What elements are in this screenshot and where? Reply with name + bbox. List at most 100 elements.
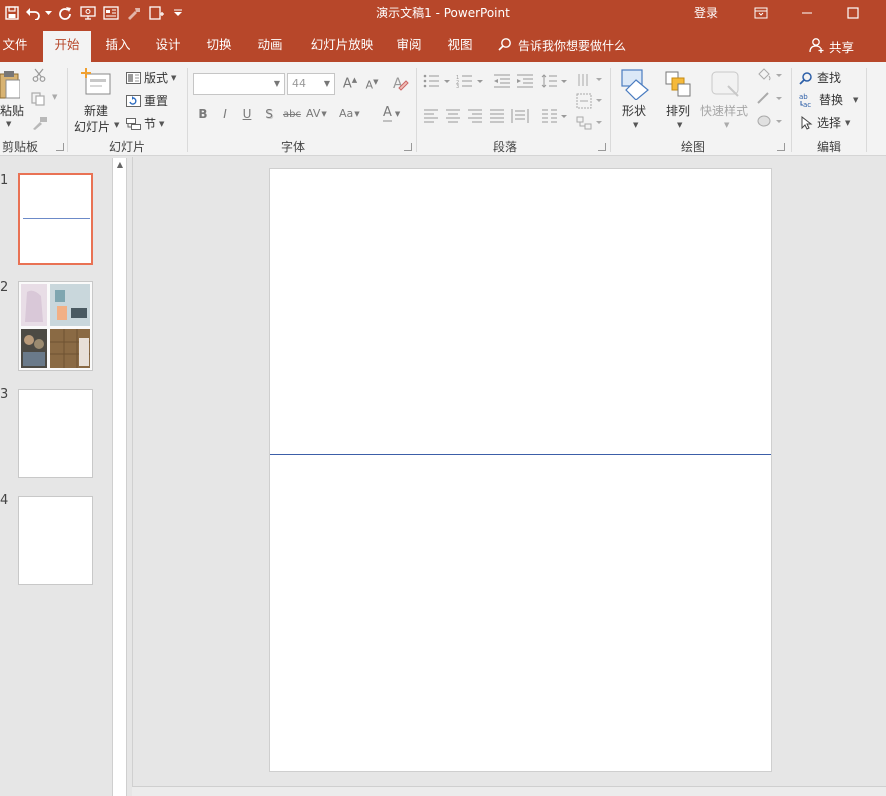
font-color-button[interactable]: A ▼ bbox=[383, 106, 400, 122]
tab-file[interactable]: 文件 bbox=[0, 31, 30, 62]
tab-transitions[interactable]: 切换 bbox=[201, 31, 237, 62]
character-spacing-button[interactable]: AV ▼ bbox=[306, 107, 327, 120]
undo-dropdown-icon[interactable] bbox=[43, 0, 53, 26]
align-text-icon[interactable] bbox=[576, 93, 604, 109]
paragraph-group-label: 段落 bbox=[492, 140, 517, 154]
shape-effects-icon[interactable] bbox=[756, 114, 784, 128]
decrease-indent-icon[interactable] bbox=[493, 74, 511, 88]
strikethrough-button[interactable]: abc bbox=[282, 109, 302, 120]
align-left-icon[interactable] bbox=[423, 109, 439, 123]
shadow-button[interactable]: S bbox=[259, 107, 279, 121]
clear-formatting-icon[interactable]: A bbox=[392, 74, 410, 92]
reset-icon bbox=[126, 94, 141, 107]
shapes-button[interactable]: 形状 ▼ bbox=[618, 66, 654, 134]
shape-outline-icon[interactable] bbox=[756, 91, 784, 105]
chevron-down-icon: ▼ bbox=[724, 121, 730, 129]
paste-button[interactable]: 粘贴 ▼ bbox=[0, 68, 24, 128]
slide-thumbnail-3[interactable] bbox=[18, 389, 93, 478]
shrink-font-button[interactable]: A▼ bbox=[362, 78, 382, 92]
group-separator bbox=[610, 68, 611, 152]
reset-button[interactable]: 重置 bbox=[126, 92, 168, 109]
chevron-down-icon: ▼ bbox=[677, 121, 683, 129]
underline-button[interactable]: U bbox=[237, 107, 257, 121]
find-button[interactable]: 查找 bbox=[799, 69, 841, 86]
presenter-icon[interactable] bbox=[99, 0, 122, 26]
format-painter-icon[interactable] bbox=[122, 0, 145, 26]
search-icon bbox=[498, 37, 512, 54]
copy-icon[interactable] bbox=[31, 92, 47, 106]
convert-smartart-icon[interactable] bbox=[576, 115, 604, 131]
slide-thumbnail-4[interactable] bbox=[18, 496, 93, 585]
chevron-down-icon: ▼ bbox=[323, 79, 330, 88]
section-dropdown-icon: ▼ bbox=[159, 119, 165, 128]
slide-thumbnail-2[interactable] bbox=[18, 281, 93, 371]
layout-label: 版式 bbox=[144, 71, 169, 85]
slideshow-from-start-icon[interactable] bbox=[76, 0, 99, 26]
slide-canvas[interactable] bbox=[269, 168, 772, 772]
slide-thumbnail-1[interactable] bbox=[18, 173, 93, 265]
copy-dropdown-icon[interactable]: ▼ bbox=[52, 93, 57, 101]
layout-button[interactable]: 版式 ▼ bbox=[126, 69, 176, 86]
redo-icon[interactable] bbox=[53, 0, 76, 26]
new-slide-button[interactable]: 新建 幻灯片 ▼ bbox=[72, 66, 122, 136]
maximize-icon[interactable] bbox=[830, 0, 876, 26]
distributed-icon[interactable] bbox=[511, 108, 529, 124]
format-painter-icon[interactable] bbox=[32, 116, 48, 130]
quick-styles-button[interactable]: 快速样式 ▼ bbox=[700, 66, 752, 134]
replace-button[interactable]: ab ac 替换 ▼ bbox=[799, 91, 858, 108]
bold-button[interactable]: B bbox=[193, 107, 213, 121]
section-label: 节 bbox=[144, 117, 157, 131]
cut-icon[interactable] bbox=[32, 68, 46, 82]
tab-review[interactable]: 审阅 bbox=[391, 31, 427, 62]
bullets-icon[interactable] bbox=[423, 74, 453, 88]
select-button[interactable]: 选择 ▼ bbox=[801, 114, 850, 131]
text-direction-icon[interactable] bbox=[576, 72, 604, 88]
slides-group-label: 幻灯片 bbox=[108, 140, 145, 154]
shape-fill-icon[interactable] bbox=[756, 68, 784, 82]
italic-button[interactable]: I bbox=[215, 107, 235, 121]
tab-slideshow[interactable]: 幻灯片放映 bbox=[306, 31, 378, 62]
justify-icon[interactable] bbox=[489, 109, 505, 123]
group-separator bbox=[791, 68, 792, 152]
tab-insert[interactable]: 插入 bbox=[100, 31, 136, 62]
line-spacing-icon[interactable] bbox=[541, 74, 569, 88]
columns-icon[interactable] bbox=[541, 109, 569, 123]
align-right-icon[interactable] bbox=[467, 109, 483, 123]
new-slide-icon[interactable] bbox=[145, 0, 168, 26]
arrange-button[interactable]: 排列 ▼ bbox=[662, 66, 698, 134]
tell-me-box[interactable]: 告诉我你想要做什么 bbox=[498, 37, 626, 54]
tab-home[interactable]: 开始 bbox=[43, 31, 91, 62]
tab-animations[interactable]: 动画 bbox=[252, 31, 288, 62]
grow-font-button[interactable]: A▲ bbox=[340, 76, 360, 91]
font-color-label: A bbox=[383, 105, 392, 122]
change-case-button[interactable]: Aa ▼ bbox=[339, 107, 360, 120]
cursor-arrow-icon bbox=[801, 115, 813, 130]
align-center-icon[interactable] bbox=[445, 109, 461, 123]
tab-design[interactable]: 设计 bbox=[150, 31, 186, 62]
font-launcher-icon[interactable] bbox=[404, 143, 412, 151]
paragraph-launcher-icon[interactable] bbox=[598, 143, 606, 151]
login-link[interactable]: 登录 bbox=[694, 4, 718, 21]
font-name-combo[interactable]: ▼ bbox=[193, 73, 285, 95]
minimize-icon[interactable] bbox=[784, 0, 830, 26]
share-button[interactable]: 共享 bbox=[809, 37, 854, 56]
increase-indent-icon[interactable] bbox=[516, 74, 534, 88]
notes-divider[interactable] bbox=[132, 786, 886, 796]
share-label: 共享 bbox=[829, 40, 855, 55]
font-size-combo[interactable]: 44 ▼ bbox=[287, 73, 335, 95]
section-button[interactable]: 节 ▼ bbox=[126, 115, 164, 132]
customize-qat-icon[interactable] bbox=[168, 0, 188, 26]
quick-access-toolbar bbox=[0, 0, 188, 26]
ribbon-display-options-icon[interactable] bbox=[738, 0, 784, 26]
tab-view[interactable]: 视图 bbox=[442, 31, 478, 62]
drawing-launcher-icon[interactable] bbox=[777, 143, 785, 151]
slide-horizontal-line[interactable] bbox=[270, 454, 771, 455]
scroll-up-icon[interactable]: ▲ bbox=[115, 160, 125, 172]
undo-icon[interactable] bbox=[23, 0, 43, 26]
slide-number-4: 4 bbox=[0, 493, 9, 508]
save-icon[interactable] bbox=[0, 0, 23, 26]
clipboard-launcher-icon[interactable] bbox=[56, 143, 64, 151]
thumbnail-scrollbar[interactable]: ▲ bbox=[112, 158, 127, 796]
numbering-icon[interactable]: 123 bbox=[456, 74, 486, 88]
chevron-down-icon: ▼ bbox=[321, 109, 327, 118]
